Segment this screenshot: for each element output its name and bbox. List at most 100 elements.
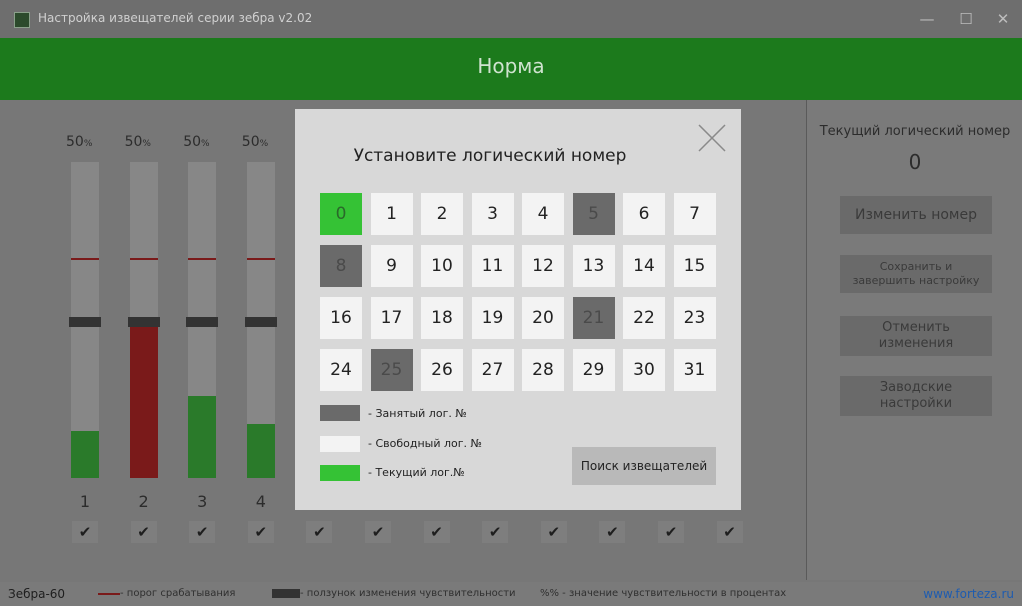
free-legend-swatch — [320, 436, 360, 452]
close-icon[interactable] — [695, 121, 729, 155]
logical-number-cell[interactable]: 17 — [370, 297, 413, 339]
maximize-button[interactable]: ☐ — [951, 8, 981, 30]
sensitivity-slider-handle[interactable] — [244, 317, 277, 327]
website-link[interactable]: www.forteza.ru — [923, 587, 1014, 601]
sensor-number: 3 — [197, 492, 208, 511]
logical-number-cell[interactable]: 6 — [623, 193, 665, 235]
threshold-line — [71, 258, 99, 260]
logical-number-cell[interactable]: 8 — [320, 245, 362, 287]
title-bar: Настройка извещателей серии зебра v2.02 … — [0, 0, 1022, 38]
sensor-enable-checkbox[interactable]: ✔ — [599, 521, 626, 543]
logical-number-cell[interactable]: 13 — [572, 245, 615, 287]
cancel-changes-label: Отменить изменения — [878, 320, 954, 351]
sensor-enable-checkbox[interactable]: ✔ — [189, 521, 216, 543]
change-number-button[interactable]: Изменить номер — [840, 196, 992, 234]
sensitivity-slider-handle[interactable] — [186, 317, 219, 327]
signal-level-fill — [71, 430, 99, 478]
logical-number-cell[interactable]: 15 — [673, 245, 716, 287]
logical-number-cell[interactable]: 29 — [572, 349, 615, 391]
threshold-line — [188, 258, 217, 260]
logical-number-cell[interactable]: 22 — [623, 297, 665, 339]
current-legend-swatch — [320, 465, 360, 481]
sensitivity-percent: 50% — [242, 134, 268, 150]
sensitivity-value: 50 — [124, 134, 143, 150]
sensitivity-value: 50 — [183, 134, 202, 150]
app-icon — [14, 12, 30, 28]
factory-settings-label: Заводские настройки — [879, 380, 953, 411]
sensitivity-value: 50 — [66, 134, 84, 150]
current-legend-text: - Текущий лог.№ — [368, 466, 465, 479]
sensitivity-percent: 50% — [66, 134, 92, 150]
model-name: Зебра-60 — [8, 587, 66, 601]
sensor-number: 1 — [79, 492, 91, 511]
slider-legend-text: - ползунок изменения чувствительности — [300, 588, 516, 599]
logical-number-cell[interactable]: 31 — [673, 349, 716, 391]
logical-number-cell[interactable]: 0 — [320, 193, 362, 235]
sensitivity-bar[interactable] — [186, 162, 219, 478]
minimize-button[interactable]: — — [912, 8, 942, 30]
logical-number-cell[interactable]: 12 — [522, 245, 564, 287]
sensitivity-unit: % — [201, 139, 210, 149]
sensor-number: 2 — [138, 492, 149, 511]
logical-number-cell[interactable]: 2 — [421, 193, 463, 235]
window-title: Настройка извещателей серии зебра v2.02 — [38, 11, 313, 25]
logical-number-cell[interactable]: 20 — [522, 297, 564, 339]
sensor-enable-checkbox[interactable]: ✔ — [658, 521, 684, 543]
logical-number-cell[interactable]: 7 — [673, 193, 716, 235]
logical-number-cell[interactable]: 10 — [421, 245, 463, 287]
app-window: Настройка извещателей серии зебра v2.02 … — [0, 0, 1022, 606]
logical-number-cell[interactable]: 9 — [370, 245, 413, 287]
logical-number-cell[interactable]: 25 — [370, 349, 413, 391]
logical-number-cell[interactable]: 27 — [471, 349, 514, 391]
logical-number-cell[interactable]: 16 — [320, 297, 362, 339]
sensor-enable-checkbox[interactable]: ✔ — [423, 521, 450, 543]
sensor-enable-checkbox[interactable]: ✔ — [130, 521, 157, 543]
threshold-line — [246, 258, 275, 260]
logical-number-cell[interactable]: 30 — [623, 349, 665, 391]
sensor-enable-checkbox[interactable]: ✔ — [540, 521, 567, 543]
cancel-changes-button[interactable]: Отменить изменения — [840, 316, 992, 356]
logical-number-cell[interactable]: 23 — [673, 297, 716, 339]
logical-number-cell[interactable]: 4 — [522, 193, 564, 235]
logical-number-cell[interactable]: 14 — [623, 245, 665, 287]
logical-number-cell[interactable]: 1 — [370, 193, 413, 235]
sensor-enable-checkbox[interactable]: ✔ — [247, 521, 274, 543]
status-banner: Норма — [0, 38, 1022, 100]
logical-number-cell[interactable]: 28 — [522, 349, 564, 391]
sensor-enable-checkbox[interactable]: ✔ — [716, 521, 743, 543]
sensitivity-unit: % — [83, 139, 93, 149]
logical-number-cell[interactable]: 21 — [572, 297, 615, 339]
current-number-value: 0 — [908, 150, 922, 174]
save-finish-button[interactable]: Сохранить и завершить настройку — [840, 255, 992, 293]
logical-number-cell[interactable]: 5 — [572, 193, 615, 235]
sensitivity-percent: 50% — [125, 134, 151, 150]
logical-number-cell[interactable]: 24 — [320, 349, 362, 391]
sensor-enable-checkbox[interactable]: ✔ — [72, 521, 98, 543]
sensitivity-unit: % — [142, 139, 151, 149]
dialog-title: Установите логический номер — [353, 146, 627, 166]
logical-number-cell[interactable]: 18 — [421, 297, 463, 339]
factory-settings-button[interactable]: Заводские настройки — [840, 376, 992, 416]
sensitivity-slider-handle[interactable] — [69, 317, 101, 327]
sensitivity-bar[interactable] — [127, 162, 160, 478]
free-legend-text: - Свободный лог. № — [368, 437, 482, 450]
logical-number-cell[interactable]: 3 — [471, 193, 514, 235]
sensor-enable-checkbox[interactable]: ✔ — [365, 521, 391, 543]
save-finish-label: Сохранить и завершить настройку — [852, 260, 980, 287]
signal-level-fill — [129, 316, 158, 478]
busy-legend-swatch — [320, 405, 360, 421]
sensitivity-bar[interactable] — [69, 162, 101, 478]
logical-number-cell[interactable]: 11 — [471, 245, 514, 287]
sensitivity-slider-handle[interactable] — [127, 317, 160, 327]
change-number-label: Изменить номер — [855, 207, 977, 223]
sensor-enable-checkbox[interactable]: ✔ — [482, 521, 509, 543]
signal-level-fill — [188, 395, 217, 478]
logical-number-cell[interactable]: 19 — [471, 297, 514, 339]
threshold-line — [129, 258, 158, 260]
sensitivity-bar[interactable] — [244, 162, 277, 478]
search-sensors-button[interactable]: Поиск извещателей — [572, 447, 716, 485]
logical-number-cell[interactable]: 26 — [421, 349, 463, 391]
close-window-button[interactable]: ✕ — [988, 8, 1018, 30]
sensor-enable-checkbox[interactable]: ✔ — [306, 521, 333, 543]
sensitivity-percent: 50% — [183, 134, 209, 150]
